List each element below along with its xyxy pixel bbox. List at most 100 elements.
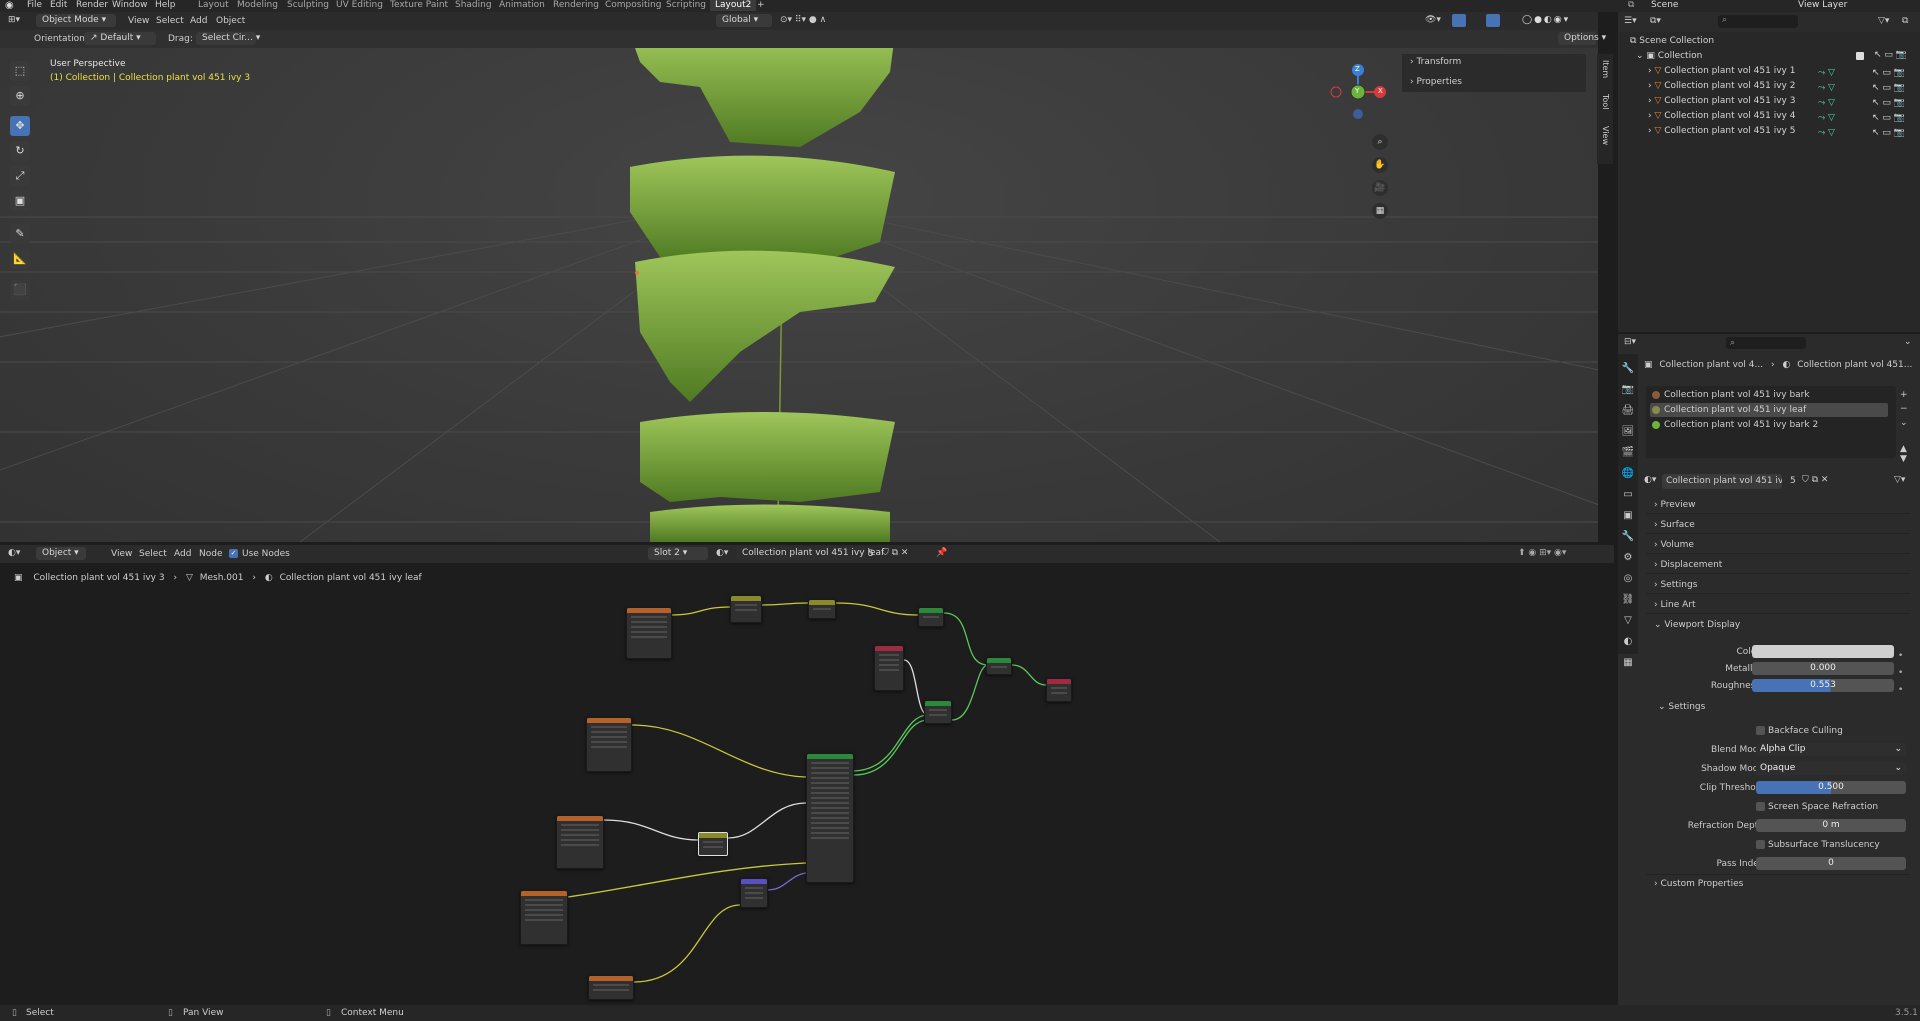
outliner-type-icon[interactable]: ☰▾ xyxy=(1624,16,1637,26)
menu-view[interactable]: View xyxy=(128,16,149,26)
material-output-node[interactable] xyxy=(1046,678,1072,702)
panel-line-art[interactable]: › Line Art xyxy=(1646,596,1910,614)
image-texture-node-1[interactable] xyxy=(626,607,672,659)
gizmo-toggle-icon[interactable] xyxy=(1452,14,1466,27)
material-slot-3[interactable]: Collection plant vol 451 ivy bark 2 xyxy=(1650,418,1888,432)
move-tool-icon[interactable]: ✥ xyxy=(10,116,30,136)
ssr-checkbox[interactable] xyxy=(1756,802,1765,811)
outliner-item-3[interactable]: › ▽ Collection plant vol 451 ivy 3 xyxy=(1648,94,1795,109)
collection-row[interactable]: ⌄ ▣ Collection xyxy=(1636,49,1702,64)
tab-modeling[interactable]: Modeling xyxy=(237,0,278,11)
outliner-item-1[interactable]: › ▽ Collection plant vol 451 ivy 1 xyxy=(1648,64,1795,79)
color-swatch[interactable] xyxy=(1752,645,1894,658)
scene-collection-row[interactable]: ⧉ Scene Collection xyxy=(1630,34,1714,49)
outliner-item-5[interactable]: › ▽ Collection plant vol 451 ivy 5 xyxy=(1648,124,1795,139)
tab-layout2[interactable]: Layout2 xyxy=(710,0,757,11)
properties-search-input[interactable]: ⌕ xyxy=(1726,337,1806,349)
menu-object[interactable]: Object xyxy=(216,16,245,26)
node-red-1[interactable] xyxy=(874,645,904,691)
menu-help[interactable]: Help xyxy=(155,0,176,11)
mode-dropdown[interactable]: Object Mode ▾ xyxy=(36,14,116,27)
filter-icon[interactable]: ▽▾ xyxy=(1878,16,1889,26)
overlay-toggle-icon[interactable] xyxy=(1486,14,1500,27)
camera-icon[interactable]: 🎥 xyxy=(1372,180,1388,196)
scene-icon[interactable]: ⧉ xyxy=(1628,0,1634,11)
grid-view-icon[interactable]: ▦ xyxy=(1372,203,1388,219)
collection-visibility-icons[interactable]: ↖ ▭ 📷 xyxy=(1874,50,1907,60)
menu-window[interactable]: Window xyxy=(112,0,148,11)
new-collection-icon[interactable]: ⧉ xyxy=(1902,16,1908,26)
properties-type-icon[interactable]: ⊟▾ xyxy=(1624,337,1636,347)
add-cube-tool-icon[interactable]: ⬛ xyxy=(10,280,30,300)
material-datablock-users[interactable]: 5 xyxy=(1790,476,1796,486)
tab-tool[interactable]: Tool xyxy=(1601,94,1610,110)
panel-displacement[interactable]: › Displacement xyxy=(1646,556,1910,574)
panel-viewport-display[interactable]: ⌄ Viewport Display xyxy=(1646,616,1910,634)
measure-tool-icon[interactable]: 📐 xyxy=(10,249,30,269)
pivot-icon[interactable]: ⊙▾ ⠿▾ ● ∧ xyxy=(780,15,826,25)
3d-viewport[interactable]: ⊞▾ Object Mode ▾ View Select Add Object … xyxy=(0,12,1613,542)
roughness-slider[interactable]: 0.553 xyxy=(1752,679,1894,692)
shader-node-editor[interactable]: ◐▾ Object ▾ View Select Add Node ✓ Use N… xyxy=(0,545,1614,1005)
image-texture-node-5[interactable] xyxy=(588,975,634,1000)
backface-culling-checkbox[interactable] xyxy=(1756,726,1765,735)
rotate-tool-icon[interactable]: ↻ xyxy=(10,141,30,161)
outliner-item-4[interactable]: › ▽ Collection plant vol 451 ivy 4 xyxy=(1648,109,1795,124)
cursor-tool-icon[interactable]: ⊕ xyxy=(10,86,30,106)
options-dropdown[interactable]: Options ▾ xyxy=(1558,32,1606,45)
image-texture-node-2[interactable] xyxy=(586,717,632,772)
pan-hand-icon[interactable]: ✋ xyxy=(1372,157,1388,173)
menu-select[interactable]: Select xyxy=(156,16,184,26)
annotate-tool-icon[interactable]: ✎ xyxy=(10,224,30,244)
metallic-field[interactable]: 0.000 xyxy=(1752,662,1894,675)
blend-mode-dropdown[interactable]: Alpha Clip ⌄ xyxy=(1756,743,1906,756)
panel-surface[interactable]: › Surface xyxy=(1646,516,1910,534)
pass-index-field[interactable]: 0 xyxy=(1756,857,1906,870)
blender-logo-icon[interactable]: ◉ xyxy=(5,0,14,11)
material-browse-prop-icon[interactable]: ◐▾ xyxy=(1644,475,1656,485)
editor-type-icon[interactable]: ⊞▾ xyxy=(8,15,20,25)
menu-add[interactable]: Add xyxy=(190,16,207,26)
material-datablock-actions[interactable]: ⛉ ⧉ ✕ xyxy=(1802,475,1828,485)
tab-scripting[interactable]: Scripting xyxy=(666,0,706,11)
slot-move-icons[interactable]: ▲ ▼ xyxy=(1900,444,1907,464)
scene-name[interactable]: Scene xyxy=(1651,0,1678,11)
material-datablock-name[interactable]: Collection plant vol 451 ivy leaf xyxy=(1662,474,1782,489)
prop-breadcrumb-object[interactable]: Collection plant vol 4... xyxy=(1659,360,1763,370)
prop-breadcrumb-material[interactable]: Collection plant vol 451... xyxy=(1797,360,1912,370)
tab-uv-editing[interactable]: UV Editing xyxy=(336,0,383,11)
tab-item[interactable]: Item xyxy=(1601,60,1610,78)
row-visibility-icons[interactable]: ↖ ▭ 📷 ↖ ▭ 📷 ↖ ▭ 📷 ↖ ▭ 📷 ↖ ▭ 📷 xyxy=(1872,66,1905,141)
principled-bsdf-node[interactable] xyxy=(806,753,854,883)
node-yellow-1[interactable] xyxy=(730,595,762,623)
image-texture-node-3[interactable] xyxy=(556,815,604,869)
mix-shader-node[interactable] xyxy=(986,657,1012,675)
select-tool-icon[interactable]: ⬚ xyxy=(10,61,30,81)
menu-edit[interactable]: Edit xyxy=(50,0,67,11)
shading-modes-icon[interactable]: ◯●◐◉▾ xyxy=(1522,15,1570,25)
tab-view[interactable]: View xyxy=(1601,126,1610,145)
node-yellow-2[interactable] xyxy=(808,599,836,619)
panel-settings[interactable]: › Settings xyxy=(1646,576,1910,594)
view-layer-name[interactable]: View Layer xyxy=(1798,0,1847,11)
normal-map-node[interactable] xyxy=(740,878,768,908)
node-green-2[interactable] xyxy=(924,700,952,724)
tab-shading[interactable]: Shading xyxy=(455,0,492,11)
tab-layout[interactable]: Layout xyxy=(198,0,229,11)
menu-render[interactable]: Render xyxy=(76,0,108,11)
display-mode-icon[interactable]: ⧉▾ xyxy=(1650,16,1661,26)
settings-subpanel[interactable]: ⌄ Settings xyxy=(1658,702,1705,712)
menu-file[interactable]: File xyxy=(27,0,42,11)
slot-list-controls[interactable]: + − ⌄ xyxy=(1900,388,1908,430)
tab-animation[interactable]: Animation xyxy=(499,0,545,11)
material-slot-2[interactable]: Collection plant vol 451 ivy leaf xyxy=(1650,403,1888,417)
shadow-mode-dropdown[interactable]: Opaque ⌄ xyxy=(1756,762,1906,775)
tab-compositing[interactable]: Compositing xyxy=(605,0,661,11)
image-texture-node-4[interactable] xyxy=(520,890,568,945)
transform-tool-icon[interactable]: ▣ xyxy=(10,191,30,211)
add-workspace-icon[interactable]: + xyxy=(757,0,765,11)
panel-custom-properties[interactable]: › Custom Properties xyxy=(1646,874,1910,892)
panel-transform[interactable]: › Transform xyxy=(1410,57,1461,67)
outliner-item-2[interactable]: › ▽ Collection plant vol 451 ivy 2 xyxy=(1648,79,1795,94)
tab-sculpting[interactable]: Sculpting xyxy=(287,0,329,11)
